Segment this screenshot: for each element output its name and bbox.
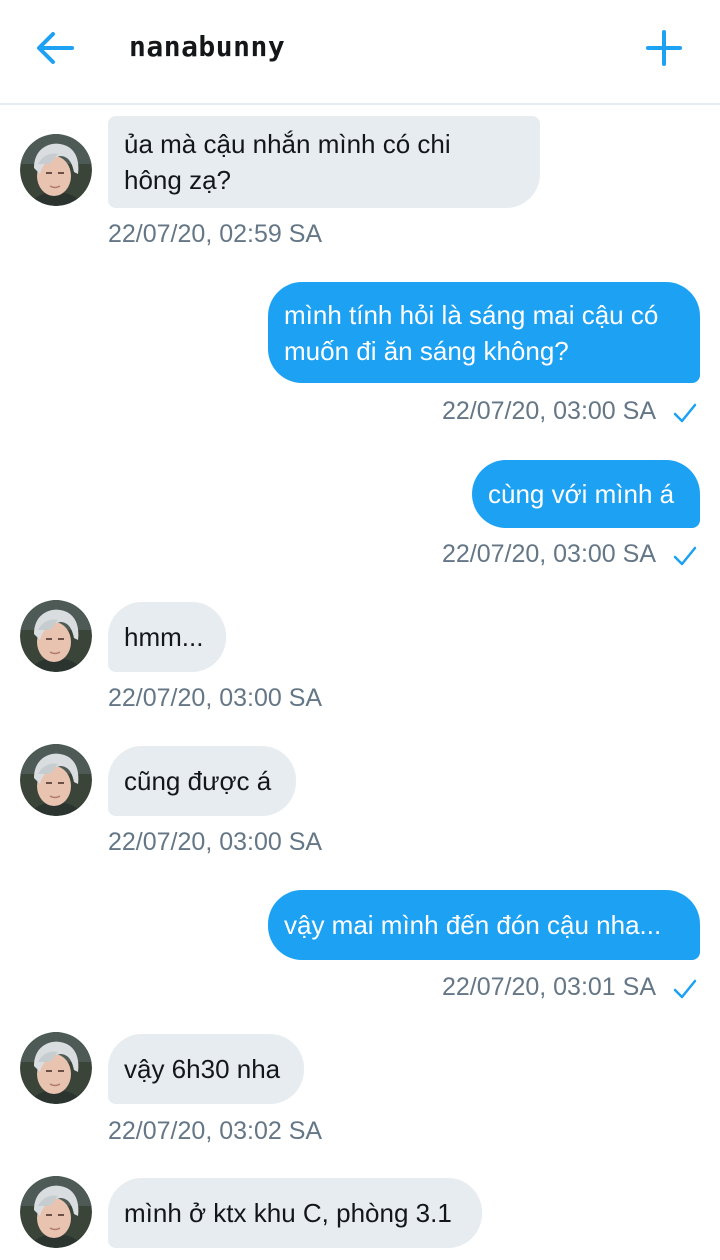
message-timestamp: 22/07/20, 03:00 SA bbox=[441, 540, 656, 568]
message-text: vậy mai mình đến đón cậu nha... bbox=[284, 910, 662, 940]
avatar[interactable] bbox=[20, 134, 92, 206]
message-bubble-incoming[interactable]: vậy 6h30 nha bbox=[108, 1034, 304, 1104]
profile-photo bbox=[20, 1176, 92, 1248]
profile-photo bbox=[20, 744, 92, 816]
message-text: cũng được á bbox=[124, 766, 272, 796]
message-timestamp: 22/07/20, 03:01 SA bbox=[441, 973, 656, 1001]
profile-photo bbox=[20, 1032, 92, 1104]
checkmark-icon bbox=[673, 979, 697, 999]
dm-conversation-screen: nanabunny ủa mà cậu nhắn mình có chi hôn… bbox=[0, 0, 720, 1260]
message-text: cùng với mình á bbox=[488, 479, 675, 509]
message-bubble-incoming[interactable]: ủa mà cậu nhắn mình có chi hông zạ? bbox=[108, 116, 540, 208]
message-bubble-outgoing[interactable]: mình tính hỏi là sáng mai cậu có muốn đi… bbox=[268, 282, 700, 383]
checkmark-icon bbox=[673, 546, 697, 566]
message-timestamp: 22/07/20, 02:59 SA bbox=[108, 220, 323, 248]
message-bubble-outgoing[interactable]: cùng với mình á bbox=[472, 460, 700, 528]
avatar[interactable] bbox=[20, 1032, 92, 1104]
profile-photo bbox=[20, 600, 92, 672]
conversation-header: nanabunny bbox=[0, 0, 720, 105]
message-text: hmm... bbox=[124, 622, 204, 652]
message-bubble-incoming[interactable]: cũng được á bbox=[108, 746, 296, 816]
message-timestamp: 22/07/20, 03:00 SA bbox=[108, 828, 323, 856]
add-button[interactable] bbox=[640, 22, 690, 74]
plus-icon bbox=[646, 30, 682, 66]
back-button[interactable] bbox=[28, 22, 84, 74]
profile-photo bbox=[20, 134, 92, 206]
avatar[interactable] bbox=[20, 1176, 92, 1248]
checkmark-icon bbox=[673, 403, 697, 423]
message-text: ủa mà cậu nhắn mình có chi hông zạ? bbox=[124, 129, 451, 195]
message-bubble-outgoing[interactable]: vậy mai mình đến đón cậu nha... bbox=[268, 890, 700, 960]
arrow-left-icon bbox=[37, 32, 74, 64]
conversation-title[interactable]: nanabunny bbox=[129, 30, 285, 63]
message-timestamp: 22/07/20, 03:00 SA bbox=[441, 397, 656, 425]
message-bubble-incoming[interactable]: mình ở ktx khu C, phòng 3.1 bbox=[108, 1178, 482, 1248]
message-text: mình ở ktx khu C, phòng 3.1 bbox=[124, 1198, 452, 1228]
message-text: vậy 6h30 nha bbox=[124, 1054, 281, 1084]
message-timestamp: 22/07/20, 03:00 SA bbox=[108, 684, 323, 712]
message-timestamp: 22/07/20, 03:02 SA bbox=[108, 1117, 323, 1145]
avatar[interactable] bbox=[20, 744, 92, 816]
message-text: mình tính hỏi là sáng mai cậu có muốn đi… bbox=[284, 299, 659, 366]
message-bubble-incoming[interactable]: hmm... bbox=[108, 602, 226, 672]
avatar[interactable] bbox=[20, 600, 92, 672]
